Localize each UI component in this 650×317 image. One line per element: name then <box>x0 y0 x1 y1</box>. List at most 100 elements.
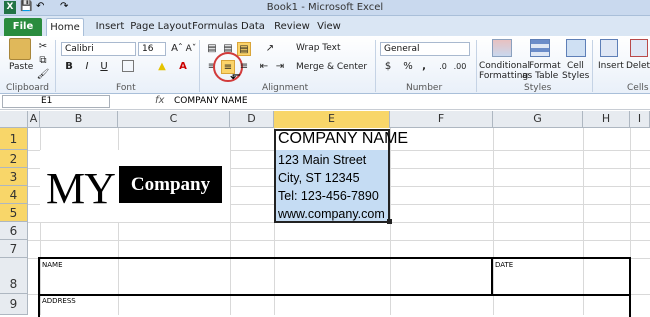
group-label-font: Font <box>116 83 136 93</box>
group-label-cells: Cells <box>627 83 649 93</box>
column-header-d[interactable]: D <box>230 111 274 128</box>
mouse-cursor-icon: ⬐ <box>230 68 241 83</box>
comma-button[interactable]: , <box>417 60 431 74</box>
row-header-5[interactable]: 5 <box>0 204 28 222</box>
column-header-e[interactable]: E <box>274 111 390 128</box>
column-header-c[interactable]: C <box>118 111 230 128</box>
cell-styles-label[interactable]: Cell <box>567 61 584 71</box>
tab-view[interactable]: View <box>314 18 344 36</box>
bottom-align-icon[interactable]: ▤ <box>237 42 251 56</box>
decrease-indent-icon[interactable]: ⇤ <box>257 60 271 74</box>
form-label-date: DATE <box>495 261 514 269</box>
column-header-h[interactable]: H <box>583 111 630 128</box>
tab-file[interactable]: File <box>4 18 42 36</box>
fill-color-icon[interactable]: ▲ <box>155 60 169 74</box>
form-divider <box>491 257 493 294</box>
select-all-corner[interactable] <box>0 111 28 128</box>
tab-page-layout[interactable]: Page Layout <box>130 18 192 36</box>
gridline <box>28 240 650 241</box>
format-painter-icon[interactable]: 🖌 <box>36 68 50 82</box>
row-header-6[interactable]: 6 <box>0 222 28 240</box>
merge-center-button[interactable]: Merge & Center <box>296 62 367 72</box>
column-header-b[interactable]: B <box>40 111 118 128</box>
font-name-select[interactable]: Calibri <box>61 42 136 56</box>
fill-handle[interactable] <box>387 219 392 224</box>
increase-indent-icon[interactable]: ⇥ <box>273 60 287 74</box>
tab-data[interactable]: Data <box>238 18 268 36</box>
increase-decimal-icon[interactable]: .0 <box>436 60 450 74</box>
tab-review[interactable]: Review <box>272 18 312 36</box>
column-header-a[interactable]: A <box>28 111 40 128</box>
percent-button[interactable]: % <box>401 60 415 74</box>
cell-e4[interactable]: Tel: 123-456-7890 <box>278 189 379 203</box>
window-title: Book1 - Microsoft Excel <box>266 2 384 13</box>
borders-icon[interactable] <box>122 60 134 72</box>
italic-button[interactable]: I <box>80 60 94 74</box>
format-as-table-label-2[interactable]: as Table <box>522 71 558 81</box>
row-header-7[interactable]: 7 <box>0 240 28 258</box>
row-header-1[interactable]: 1 <box>0 128 28 150</box>
tab-formulas[interactable]: Formulas <box>190 18 240 36</box>
cell-styles-label-2[interactable]: Styles <box>562 71 589 81</box>
group-label-number: Number <box>406 83 443 93</box>
insert-cells-icon[interactable] <box>600 39 618 57</box>
row-header-8[interactable]: 8 <box>0 258 28 294</box>
delete-cells-icon[interactable] <box>630 39 648 57</box>
divider <box>375 40 376 92</box>
copy-icon[interactable]: ⧉ <box>36 54 50 68</box>
conditional-formatting-label-2[interactable]: Formatting <box>479 71 528 81</box>
row-header-3[interactable]: 3 <box>0 168 28 186</box>
logo-my[interactable]: MY <box>46 163 116 214</box>
format-as-table-icon[interactable] <box>530 39 550 57</box>
group-label-clipboard: Clipboard <box>6 83 49 93</box>
cell-e2[interactable]: 123 Main Street <box>278 153 366 167</box>
cell-e1[interactable]: COMPANY NAME <box>278 130 408 148</box>
conditional-formatting-label[interactable]: Conditional <box>479 61 530 71</box>
format-as-table-label[interactable]: Format <box>529 61 561 71</box>
ribbon-tabs: File Home Insert Page Layout Formulas Da… <box>0 16 650 36</box>
cut-icon[interactable]: ✂ <box>36 40 50 54</box>
column-header-i[interactable]: I <box>630 111 650 128</box>
cell-e3[interactable]: City, ST 12345 <box>278 171 360 185</box>
row-header-4[interactable]: 4 <box>0 186 28 204</box>
form-label-address: ADDRESS <box>42 297 76 305</box>
orientation-icon[interactable]: ↗ <box>263 42 277 56</box>
divider <box>55 40 56 92</box>
formula-input[interactable]: COMPANY NAME <box>174 96 248 106</box>
tab-insert[interactable]: Insert <box>90 18 130 36</box>
cell-e5[interactable]: www.company.com <box>278 207 385 221</box>
paste-icon[interactable] <box>9 38 31 60</box>
currency-button[interactable]: $ <box>381 60 395 74</box>
column-header-f[interactable]: F <box>390 111 493 128</box>
row-header-2[interactable]: 2 <box>0 150 28 168</box>
decrease-decimal-icon[interactable]: .00 <box>453 60 467 74</box>
insert-cells-button[interactable]: Insert <box>598 61 624 71</box>
delete-cells-button[interactable]: Delete <box>626 61 650 71</box>
wrap-text-button[interactable]: Wrap Text <box>296 43 341 53</box>
form-divider <box>38 294 631 296</box>
logo-company[interactable]: Company <box>119 166 222 203</box>
title-bar: X 💾 ↶ ↷ Book1 - Microsoft Excel <box>0 0 650 16</box>
divider <box>199 40 200 92</box>
paste-button[interactable]: Paste <box>9 62 33 72</box>
divider <box>592 40 593 92</box>
number-format-select[interactable]: General <box>380 42 470 56</box>
font-size-select[interactable]: 16 <box>138 42 166 56</box>
grow-font-icon[interactable]: Aˆ <box>170 42 184 56</box>
fx-icon[interactable]: fx <box>155 95 164 106</box>
divider <box>476 40 477 92</box>
tab-home[interactable]: Home <box>46 18 84 36</box>
column-header-g[interactable]: G <box>493 111 583 128</box>
row-header-9[interactable]: 9 <box>0 294 28 315</box>
group-label-alignment: Alignment <box>262 83 309 93</box>
group-label-styles: Styles <box>524 83 552 93</box>
conditional-formatting-icon[interactable] <box>492 39 512 57</box>
form-label-name: NAME <box>42 261 63 269</box>
font-color-icon[interactable]: A <box>176 60 190 74</box>
underline-button[interactable]: U <box>97 60 111 74</box>
top-align-icon[interactable]: ▤ <box>205 42 219 56</box>
cell-styles-icon[interactable] <box>566 39 586 57</box>
name-box[interactable]: E1 <box>2 95 110 108</box>
bold-button[interactable]: B <box>62 60 76 74</box>
shrink-font-icon[interactable]: Aˇ <box>184 42 198 56</box>
